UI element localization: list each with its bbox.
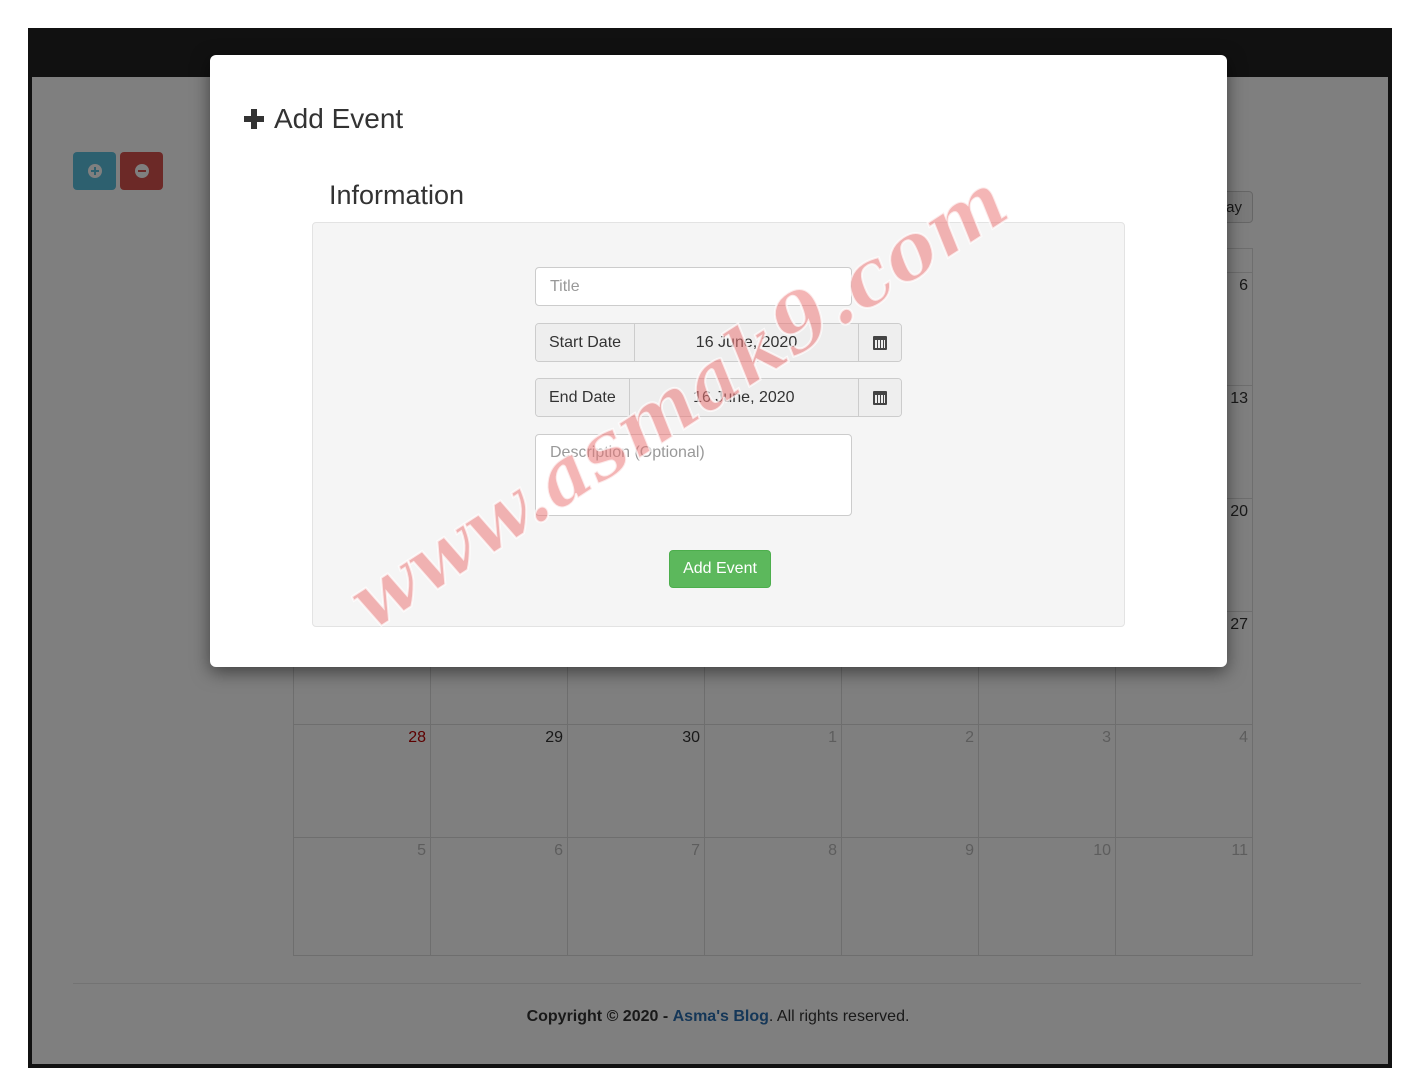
title-input[interactable] [535, 267, 852, 306]
section-title: Information [329, 180, 465, 210]
plus-icon [244, 109, 264, 129]
end-date-group: End Date 16 June, 2020 [535, 378, 902, 417]
modal-title-text: Add Event [274, 103, 404, 134]
add-event-modal: Add Event Information Start Date 16 June… [210, 55, 1227, 667]
end-date-input[interactable]: 16 June, 2020 [629, 379, 859, 416]
calendar-icon [873, 335, 887, 350]
event-form: Start Date 16 June, 2020 End Date 16 Jun… [312, 222, 1125, 627]
start-date-label: Start Date [536, 324, 636, 361]
page: ay 61320272829301234567891011 Copyright … [32, 32, 1388, 1064]
add-event-submit-button[interactable]: Add Event [669, 550, 771, 588]
start-date-input[interactable]: 16 June, 2020 [635, 324, 859, 361]
start-date-picker-button[interactable] [859, 324, 901, 361]
start-date-group: Start Date 16 June, 2020 [535, 323, 902, 362]
description-input[interactable] [535, 434, 852, 516]
end-date-label: End Date [536, 379, 630, 416]
screenshot-frame: ay 61320272829301234567891011 Copyright … [28, 28, 1392, 1068]
calendar-icon [873, 390, 887, 405]
end-date-picker-button[interactable] [859, 379, 901, 416]
modal-title: Add Event [244, 103, 403, 135]
